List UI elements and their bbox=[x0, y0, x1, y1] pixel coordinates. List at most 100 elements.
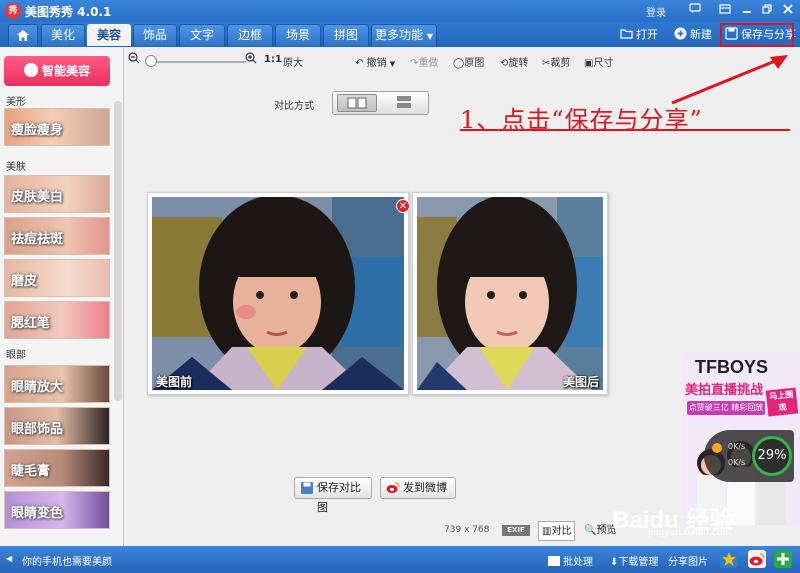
original-button[interactable]: ◯原图 bbox=[453, 54, 484, 69]
sidebar-item-blush[interactable]: 腮红笔 bbox=[4, 301, 110, 339]
open-button-label: 打开 bbox=[636, 28, 658, 41]
sidebar-item-slim-face[interactable]: 瘦脸瘦身 bbox=[4, 108, 110, 146]
weibo-icon bbox=[386, 482, 400, 493]
network-speed-widget[interactable]: 0K/s 0K/s 29% bbox=[704, 430, 794, 482]
app-title: 美图秀秀 4.0.1 bbox=[25, 5, 112, 19]
zoom-actual-button[interactable]: 1:1 bbox=[264, 54, 282, 65]
share-image-button[interactable]: 分享图片 bbox=[668, 553, 708, 568]
sidebar-item-eye-accessory[interactable]: 眼部饰品 bbox=[4, 407, 110, 445]
sidebar-item-smooth-skin[interactable]: 磨皮 bbox=[4, 259, 110, 297]
rotate-button[interactable]: ⟲旋转 bbox=[500, 54, 528, 69]
sidebar-item-mascara[interactable]: 睫毛膏 bbox=[4, 449, 110, 487]
sidebar-item-label: 磨皮 bbox=[11, 274, 38, 289]
menu-icon[interactable] bbox=[716, 2, 734, 19]
before-photo-label: 美图前 bbox=[156, 375, 193, 389]
after-photo-label: 美图后 bbox=[562, 375, 599, 389]
post-weibo-button[interactable]: 发到微博 bbox=[380, 477, 456, 499]
chevron-down-icon: ▼ bbox=[389, 60, 396, 68]
memory-percent: 29% bbox=[752, 436, 792, 476]
ad-badge: 马上围观 bbox=[765, 387, 799, 417]
star-icon[interactable] bbox=[720, 550, 738, 568]
plus-circle-icon bbox=[674, 27, 687, 40]
phone-icon: ◀ bbox=[6, 554, 13, 563]
download-manager-button[interactable]: ⬇下载管理 bbox=[610, 553, 658, 568]
undo-label: 撤销 bbox=[366, 58, 387, 69]
top-bottom-icon bbox=[397, 96, 411, 108]
sidebar-item-label: 睫毛膏 bbox=[11, 464, 51, 479]
post-weibo-label: 发到微博 bbox=[403, 481, 447, 494]
new-button[interactable]: 新建 bbox=[674, 26, 712, 44]
tab-beautify[interactable]: 美化 bbox=[41, 24, 85, 46]
home-tab[interactable] bbox=[8, 24, 38, 46]
open-button[interactable]: 打开 bbox=[620, 26, 658, 44]
image-dimension-separator: x bbox=[464, 525, 470, 535]
ad-tagline: 点赞破三亿 精彩回放 bbox=[687, 401, 765, 415]
chevron-down-icon: ▼ bbox=[426, 32, 433, 41]
sidebar-item-label: 眼睛放大 bbox=[11, 380, 64, 395]
main-tab-bar: 美化 美容 饰品 文字 边框 场景 拼图 更多功能 ▼ 打开 新建 保存与分享 bbox=[0, 22, 800, 47]
category-skin: 美肤 bbox=[6, 162, 26, 173]
tab-more-label: 更多功能 bbox=[375, 28, 424, 42]
baidu-watermark-url: jingyan.baidu.com bbox=[648, 528, 732, 538]
login-link[interactable]: 登录 bbox=[646, 4, 666, 19]
batch-label: 批处理 bbox=[563, 557, 593, 568]
image-width: 739 bbox=[444, 525, 462, 535]
home-icon bbox=[17, 30, 29, 41]
zoom-slider-handle[interactable] bbox=[145, 55, 157, 67]
crop-button[interactable]: ✂裁剪 bbox=[542, 54, 570, 69]
close-window-icon[interactable] bbox=[779, 2, 797, 19]
preview-view-icon: 🔍 bbox=[584, 525, 597, 536]
undo-button[interactable]: ↶ 撤销 ▼ bbox=[355, 54, 395, 69]
status-message[interactable]: 你的手机也需要美颜 bbox=[22, 553, 112, 568]
tab-more[interactable]: 更多功能 ▼ bbox=[371, 24, 437, 46]
tab-text[interactable]: 文字 bbox=[179, 24, 225, 46]
feedback-icon[interactable] bbox=[686, 2, 704, 19]
sidebar-scrollbar[interactable] bbox=[114, 101, 122, 401]
save-compare-button[interactable]: 保存对比图 bbox=[294, 477, 372, 514]
close-icon[interactable]: ✕ bbox=[396, 199, 410, 213]
resize-button[interactable]: ▣尺寸 bbox=[584, 54, 613, 69]
tab-collage[interactable]: 拼图 bbox=[323, 24, 369, 46]
folder-icon bbox=[620, 29, 633, 39]
download-manager-label: 下载管理 bbox=[618, 557, 659, 568]
side-by-side-icon bbox=[347, 97, 367, 109]
tab-scene[interactable]: 场景 bbox=[275, 24, 321, 46]
weibo-icon[interactable] bbox=[748, 550, 766, 568]
tab-accessories[interactable]: 饰品 bbox=[133, 24, 177, 46]
compare-view-tab[interactable]: ▥对比 bbox=[538, 521, 576, 541]
redo-button[interactable]: ↷重做 bbox=[410, 54, 438, 69]
crop-label: 裁剪 bbox=[550, 58, 571, 69]
before-photo-frame[interactable]: 美图前 bbox=[147, 192, 409, 395]
undo-icon: ↶ bbox=[355, 58, 364, 69]
batch-button[interactable]: 批处理 bbox=[548, 553, 593, 568]
original-size-button[interactable]: 原大 bbox=[283, 54, 303, 69]
sidebar-item-label: 腮红笔 bbox=[11, 316, 51, 331]
restore-icon[interactable] bbox=[758, 2, 776, 19]
title-bar: 秀 美图秀秀 4.0.1 登录 bbox=[0, 0, 800, 22]
sidebar-item-eye-color[interactable]: 眼睛变色 bbox=[4, 491, 110, 529]
before-photo bbox=[152, 197, 404, 390]
sidebar-item-label: 眼部饰品 bbox=[11, 422, 64, 437]
exif-badge[interactable]: EXIF bbox=[502, 525, 530, 536]
redo-label: 重做 bbox=[418, 58, 439, 69]
compare-mode-label: 对比方式 bbox=[274, 101, 314, 112]
new-button-label: 新建 bbox=[690, 28, 712, 41]
sidebar-item-label: 皮肤美白 bbox=[11, 190, 64, 205]
plus-icon[interactable] bbox=[774, 550, 792, 568]
sidebar-item-acne[interactable]: 祛痘祛斑 bbox=[4, 217, 110, 255]
tab-frame[interactable]: 边框 bbox=[227, 24, 273, 46]
tab-beauty[interactable]: 美容 bbox=[87, 24, 131, 46]
zoom-out-icon[interactable] bbox=[128, 52, 140, 67]
zoom-in-icon[interactable] bbox=[245, 52, 257, 67]
after-photo-frame[interactable]: 美图后 bbox=[412, 192, 608, 395]
ad-title: TFBOYS bbox=[695, 357, 769, 377]
download-speed: 0K/s bbox=[728, 458, 746, 467]
zoom-slider-track[interactable] bbox=[146, 61, 246, 63]
minimize-icon[interactable] bbox=[738, 2, 756, 19]
sidebar-item-whitening[interactable]: 皮肤美白 bbox=[4, 175, 110, 213]
sidebar-item-eye-enlarge[interactable]: 眼睛放大 bbox=[4, 365, 110, 403]
smart-beauty-button[interactable]: 智能美容 bbox=[4, 56, 110, 86]
image-height: 768 bbox=[472, 525, 490, 535]
top-bottom-option[interactable] bbox=[385, 94, 425, 112]
side-by-side-option[interactable] bbox=[337, 94, 377, 112]
